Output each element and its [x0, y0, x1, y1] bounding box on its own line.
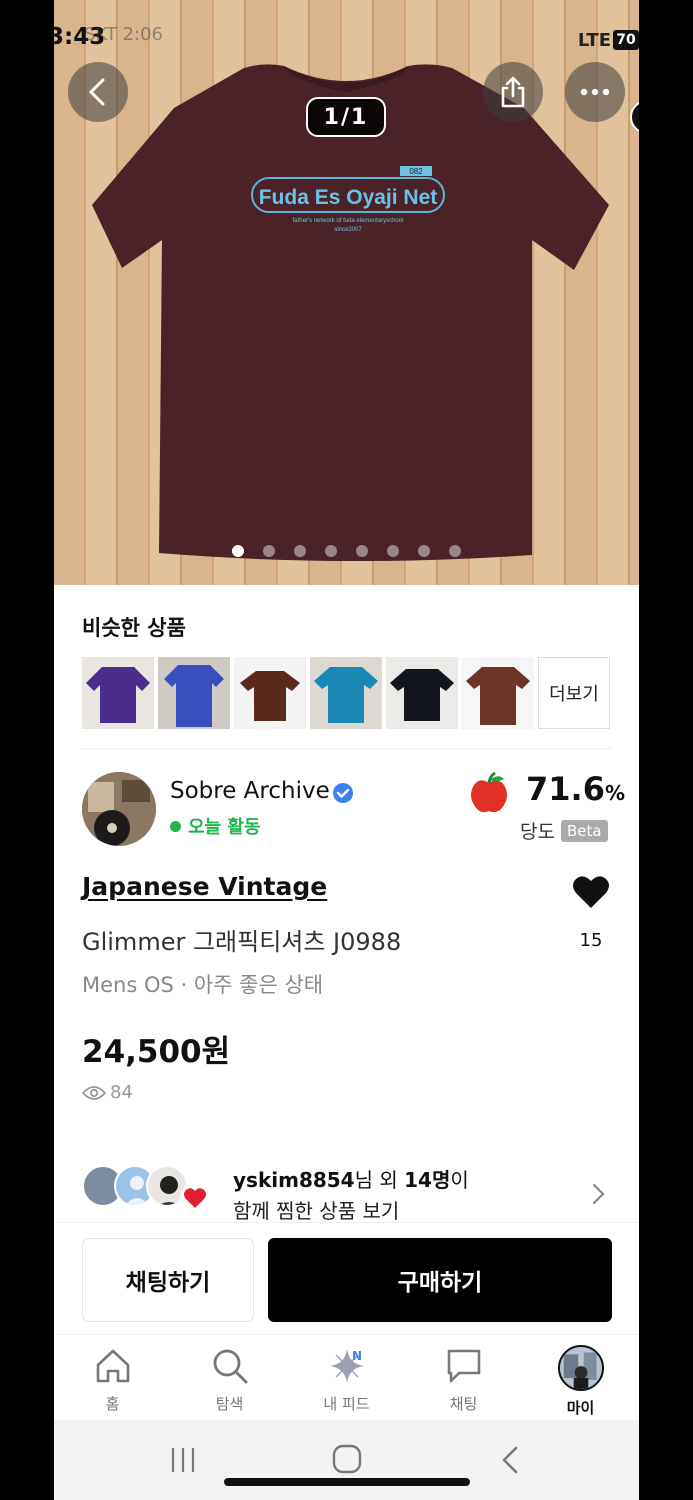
product-condition: Mens OS · 아주 좋은 상태	[82, 973, 324, 997]
system-nav-bar	[54, 1420, 639, 1500]
tab-home[interactable]: 홈	[54, 1335, 171, 1420]
eye-icon	[82, 1085, 106, 1100]
heart-badge-icon	[180, 1183, 210, 1213]
product-title: Glimmer 그래픽티셔츠 J0988	[82, 928, 402, 956]
like-count: 15	[579, 930, 603, 951]
recent-apps-icon[interactable]	[170, 1446, 196, 1474]
new-badge: N	[352, 1349, 363, 1363]
seller-name[interactable]: Sobre Archive	[170, 778, 330, 804]
heart-icon[interactable]	[572, 874, 610, 910]
similar-product-thumb[interactable]	[158, 657, 230, 729]
product-price: 24,500원	[82, 1034, 231, 1070]
more-options-button[interactable]	[565, 62, 625, 122]
tab-my[interactable]: 마이	[522, 1335, 639, 1420]
app-screen: Fuda Es Oyaji Net father's network of fu…	[54, 0, 639, 1500]
my-avatar	[557, 1345, 604, 1391]
wishers-view-link[interactable]: 함께 찜한 상품 보기	[233, 1195, 399, 1224]
carousel-dot[interactable]	[294, 545, 306, 557]
tab-label: 마이	[566, 1399, 595, 1417]
share-button[interactable]	[483, 62, 543, 122]
similar-products-title: 비슷한 상품	[82, 616, 186, 640]
tab-label: 탐색	[215, 1395, 244, 1413]
tab-label: 내 피드	[323, 1395, 370, 1413]
status-ghost-time: SKT 2:06	[84, 24, 163, 45]
tab-label: 홈	[105, 1395, 120, 1413]
brand-link[interactable]: Japanese Vintage	[82, 872, 327, 901]
carousel-dot[interactable]	[325, 545, 337, 557]
shirt-print-since: since2007	[334, 227, 362, 233]
tab-chat[interactable]: 채팅	[405, 1335, 522, 1420]
home-indicator	[224, 1478, 470, 1486]
search-icon	[213, 1349, 247, 1384]
carousel-dot[interactable]	[356, 545, 368, 557]
home-icon	[96, 1349, 129, 1383]
tab-label: 채팅	[449, 1395, 478, 1413]
carousel-dot[interactable]	[387, 545, 399, 557]
view-count-value: 84	[110, 1082, 133, 1103]
chat-button[interactable]: 채팅하기	[82, 1238, 254, 1322]
tab-search[interactable]: 탐색	[171, 1335, 288, 1420]
chevron-left-icon	[88, 78, 105, 106]
chevron-right-icon[interactable]	[590, 1182, 606, 1206]
wishers-summary[interactable]: yskim8854님 외 14명이	[233, 1164, 469, 1193]
status-bar: 3:43 SKT 2:06 LTE 70	[54, 18, 639, 52]
share-icon	[501, 76, 525, 108]
back-button[interactable]	[68, 62, 128, 122]
similar-more-button[interactable]: 더보기	[538, 657, 610, 729]
tab-feed[interactable]: N 내 피드	[288, 1335, 405, 1420]
tshirt-photo: Fuda Es Oyaji Net father's network of fu…	[92, 64, 609, 562]
carousel-dot[interactable]	[449, 545, 461, 557]
battery-icon: 70	[613, 30, 639, 50]
similar-product-thumb[interactable]	[386, 657, 458, 729]
product-image[interactable]: Fuda Es Oyaji Net father's network of fu…	[54, 0, 639, 585]
similar-product-thumb[interactable]	[310, 657, 382, 729]
more-dots-icon	[580, 88, 610, 96]
activity-status: 오늘 활동	[170, 813, 261, 839]
buy-button[interactable]: 구매하기	[268, 1238, 612, 1322]
similar-product-thumb[interactable]	[82, 657, 154, 729]
view-count: 84	[82, 1082, 133, 1103]
action-bar: 채팅하기 구매하기	[54, 1222, 639, 1334]
carousel-dot[interactable]	[263, 545, 275, 557]
wisher-avatars[interactable]	[82, 1165, 222, 1215]
beta-badge: Beta	[560, 819, 608, 842]
shirt-print-tag: 082	[409, 167, 423, 176]
activity-label: 오늘 활동	[188, 817, 261, 838]
similar-product-thumb[interactable]	[462, 657, 534, 729]
back-nav-icon[interactable]	[500, 1446, 520, 1474]
shirt-print-text: Fuda Es Oyaji Net	[259, 186, 438, 209]
apple-icon	[471, 771, 507, 813]
score-label: 당도 Beta	[520, 817, 608, 844]
image-pager: 1/1	[306, 97, 386, 137]
similar-products-list: 더보기	[82, 657, 610, 729]
shirt-print-subtext: father's network of fuda elementaryschoo…	[293, 218, 404, 224]
similar-product-thumb[interactable]	[234, 657, 306, 729]
bottom-tab-bar: 홈 탐색 N 내 피드 채팅 마이	[54, 1334, 639, 1420]
home-nav-icon[interactable]	[332, 1444, 362, 1474]
network-indicator: LTE	[577, 30, 611, 51]
carousel-dot[interactable]	[418, 545, 430, 557]
seller-avatar[interactable]	[82, 772, 156, 846]
divider	[82, 748, 612, 749]
seller-score: 71.6%	[526, 770, 625, 808]
chat-bubble-icon	[447, 1349, 480, 1383]
verified-badge-icon	[333, 783, 353, 803]
carousel-dot[interactable]	[232, 545, 244, 557]
carousel-dots[interactable]	[232, 545, 461, 557]
online-dot-icon	[170, 820, 181, 832]
